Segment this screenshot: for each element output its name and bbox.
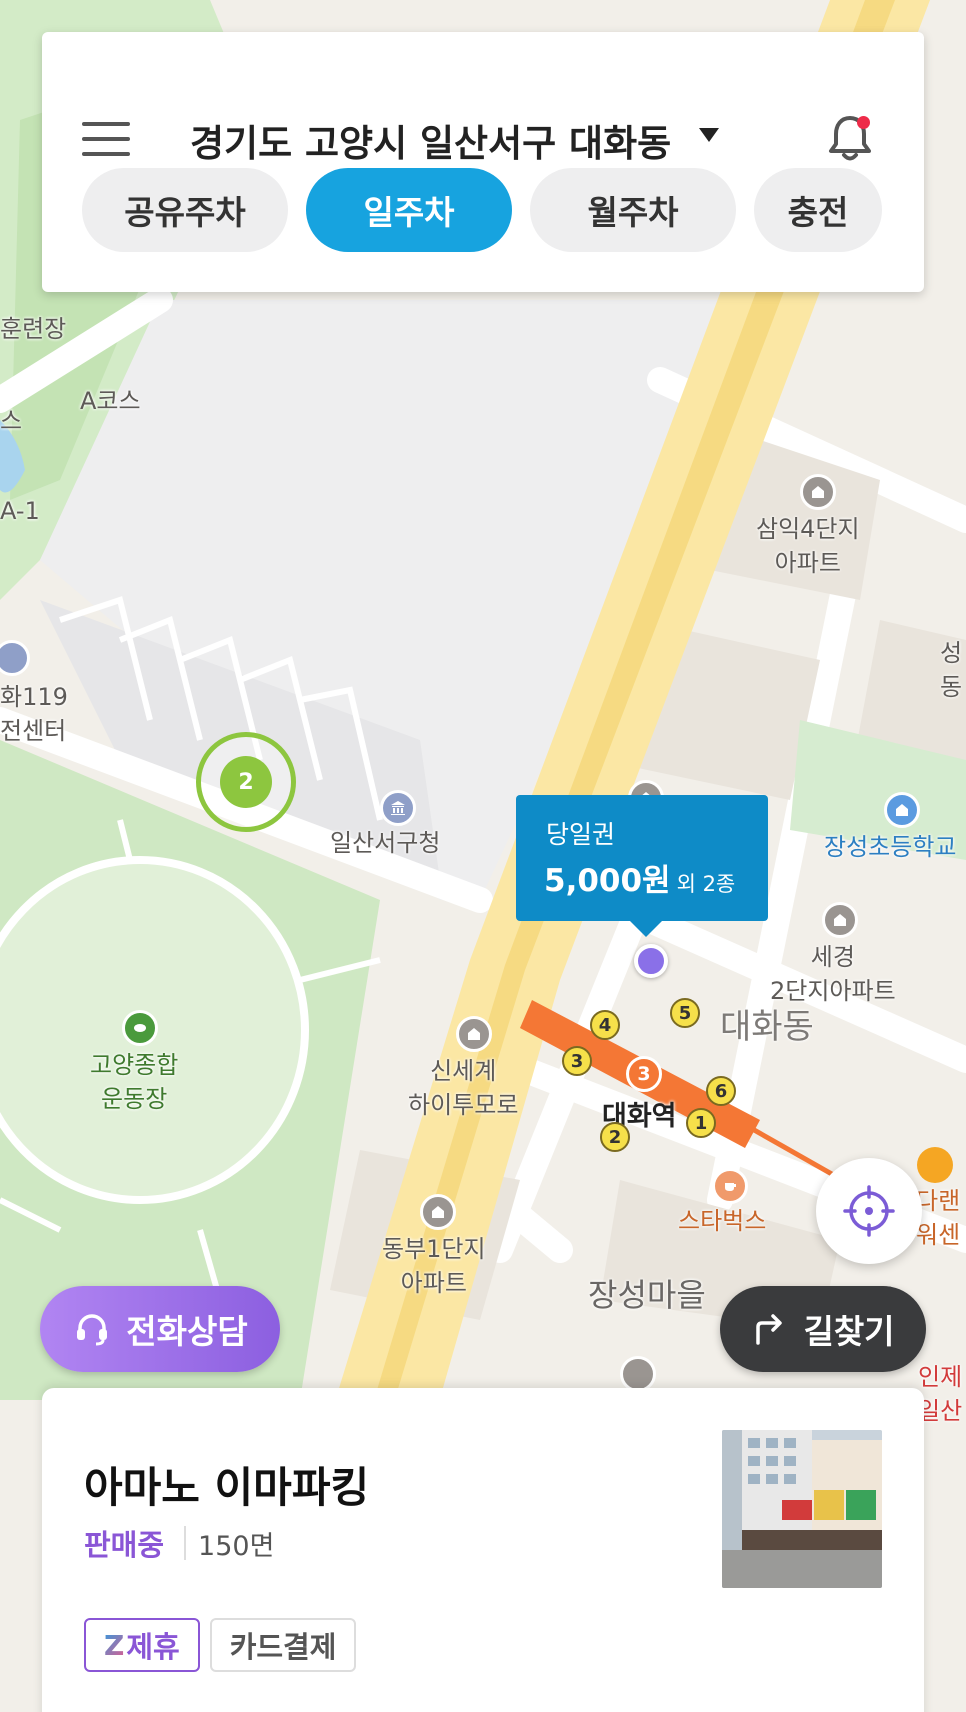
hamburger-icon[interactable] xyxy=(82,122,130,156)
station-exit-6: 6 xyxy=(706,1076,736,1106)
region-name: 경기도 고양시 일산서구 대화동 xyxy=(190,122,672,165)
station-exit-5: 5 xyxy=(670,998,700,1028)
partner-chip-label: 제휴 xyxy=(126,1630,180,1664)
region-selector[interactable]: 경기도 고양시 일산서구 대화동 xyxy=(190,112,720,168)
ticket-price-value: 5,000원 xyxy=(544,863,671,899)
card-payment-chip: 카드결제 xyxy=(209,1618,357,1672)
map-label-jangseong-school: 장성초등학교 xyxy=(824,833,957,861)
apartment-icon xyxy=(800,474,836,510)
parking-lot-name: 아마노 이마파킹 xyxy=(84,1463,370,1512)
tab-monthly-parking[interactable]: 월주차 xyxy=(530,168,736,252)
map-label-district-office: 일산서구청 xyxy=(330,829,441,857)
map-label-daehwa-dong: 대화동 xyxy=(720,1007,814,1047)
turn-right-arrow-icon xyxy=(756,1314,783,1345)
parking-spaces: 150면 xyxy=(198,1530,275,1562)
government-building-icon xyxy=(380,790,416,826)
parking-lot-photo[interactable] xyxy=(722,1430,882,1588)
partner-logo-icon: Z xyxy=(104,1628,125,1662)
apartment-icon xyxy=(822,902,858,938)
top-search-header: 경기도 고양시 일산서구 대화동 공유주차 일주차 월주차 충전 xyxy=(42,32,924,292)
map-label-partial-s: 스 xyxy=(0,407,23,435)
partner-chip: Z 제휴 xyxy=(84,1618,200,1672)
map-label-right-partial-2: 인제 일산 xyxy=(918,1363,963,1425)
station-exit-1: 1 xyxy=(686,1108,716,1138)
meta-divider xyxy=(184,1526,187,1560)
headset-icon xyxy=(77,1314,108,1346)
map-label-training-ground: 훈련장 xyxy=(0,315,67,343)
map-label-right-partial: 다랜 워센 xyxy=(916,1187,961,1249)
school-icon xyxy=(884,792,920,828)
map-label-starbucks: 스타벅스 xyxy=(678,1207,767,1235)
station-exit-2: 2 xyxy=(600,1122,630,1152)
parking-lot-card[interactable]: 아마노 이마파킹 판매중 150면 Z 제휴 카드결제 xyxy=(42,1388,924,1712)
crosshair-icon xyxy=(843,1185,895,1237)
mall-icon xyxy=(456,1016,492,1052)
sale-status: 판매중 xyxy=(84,1528,165,1562)
current-location-button[interactable] xyxy=(816,1158,922,1264)
map-label-stadium: 고양종합 운동장 xyxy=(90,1051,179,1113)
tab-charging[interactable]: 충전 xyxy=(754,168,882,252)
tab-daily-parking[interactable]: 일주차 xyxy=(306,168,512,252)
map-label-partial-dong: 성 동 xyxy=(940,639,963,701)
notification-dot xyxy=(857,116,870,129)
parking-price-marker[interactable]: 당일권 5,000원 외 2종 xyxy=(516,795,768,937)
cluster-count: 2 xyxy=(220,756,272,808)
map-label-jangseong-village: 장성마을 xyxy=(588,1276,706,1314)
map-label-safety-center: 화119 전센터 xyxy=(0,683,68,745)
selected-location-dot xyxy=(634,944,668,978)
ticket-price: 5,000원 외 2종 xyxy=(544,855,735,900)
ticket-type: 당일권 xyxy=(546,820,616,849)
bell-icon[interactable] xyxy=(822,110,878,166)
caret-down-icon xyxy=(699,128,720,142)
parking-type-tabs: 공유주차 일주차 월주차 충전 xyxy=(82,168,922,252)
line3-station-badge: 3 xyxy=(626,1056,662,1092)
phone-consult-label: 전화상담 xyxy=(126,1312,248,1351)
coffee-icon xyxy=(712,1168,748,1204)
ticket-extra-count: 외 2종 xyxy=(676,872,736,896)
map-label-shinsegae: 신세계 하이투모로 xyxy=(408,1057,519,1119)
parking-lot-meta: 판매중 150면 xyxy=(84,1522,274,1564)
apartment-icon xyxy=(420,1194,456,1230)
map-label-a-course: A코스 xyxy=(80,387,141,415)
tab-shared-parking[interactable]: 공유주차 xyxy=(82,168,288,252)
station-exit-4: 4 xyxy=(590,1010,620,1040)
map-label-sekyung-apt: 세경 2단지아파트 xyxy=(770,943,896,1005)
map-label-dongbu-apt: 동부1단지 아파트 xyxy=(382,1235,486,1297)
feature-chips: Z 제휴 카드결제 xyxy=(84,1618,366,1672)
map-label-samik-apt: 삼익4단지 아파트 xyxy=(756,515,860,577)
station-exit-3: 3 xyxy=(562,1046,592,1076)
apartment-icon xyxy=(620,1356,656,1392)
phone-consult-button[interactable]: 전화상담 xyxy=(40,1286,280,1372)
directions-button[interactable]: 길찾기 xyxy=(720,1286,926,1372)
parking-cluster-marker[interactable]: 2 xyxy=(196,732,296,832)
map-label-a1: A-1 xyxy=(0,497,40,525)
stadium-icon xyxy=(122,1010,158,1046)
directions-label: 길찾기 xyxy=(803,1312,895,1351)
